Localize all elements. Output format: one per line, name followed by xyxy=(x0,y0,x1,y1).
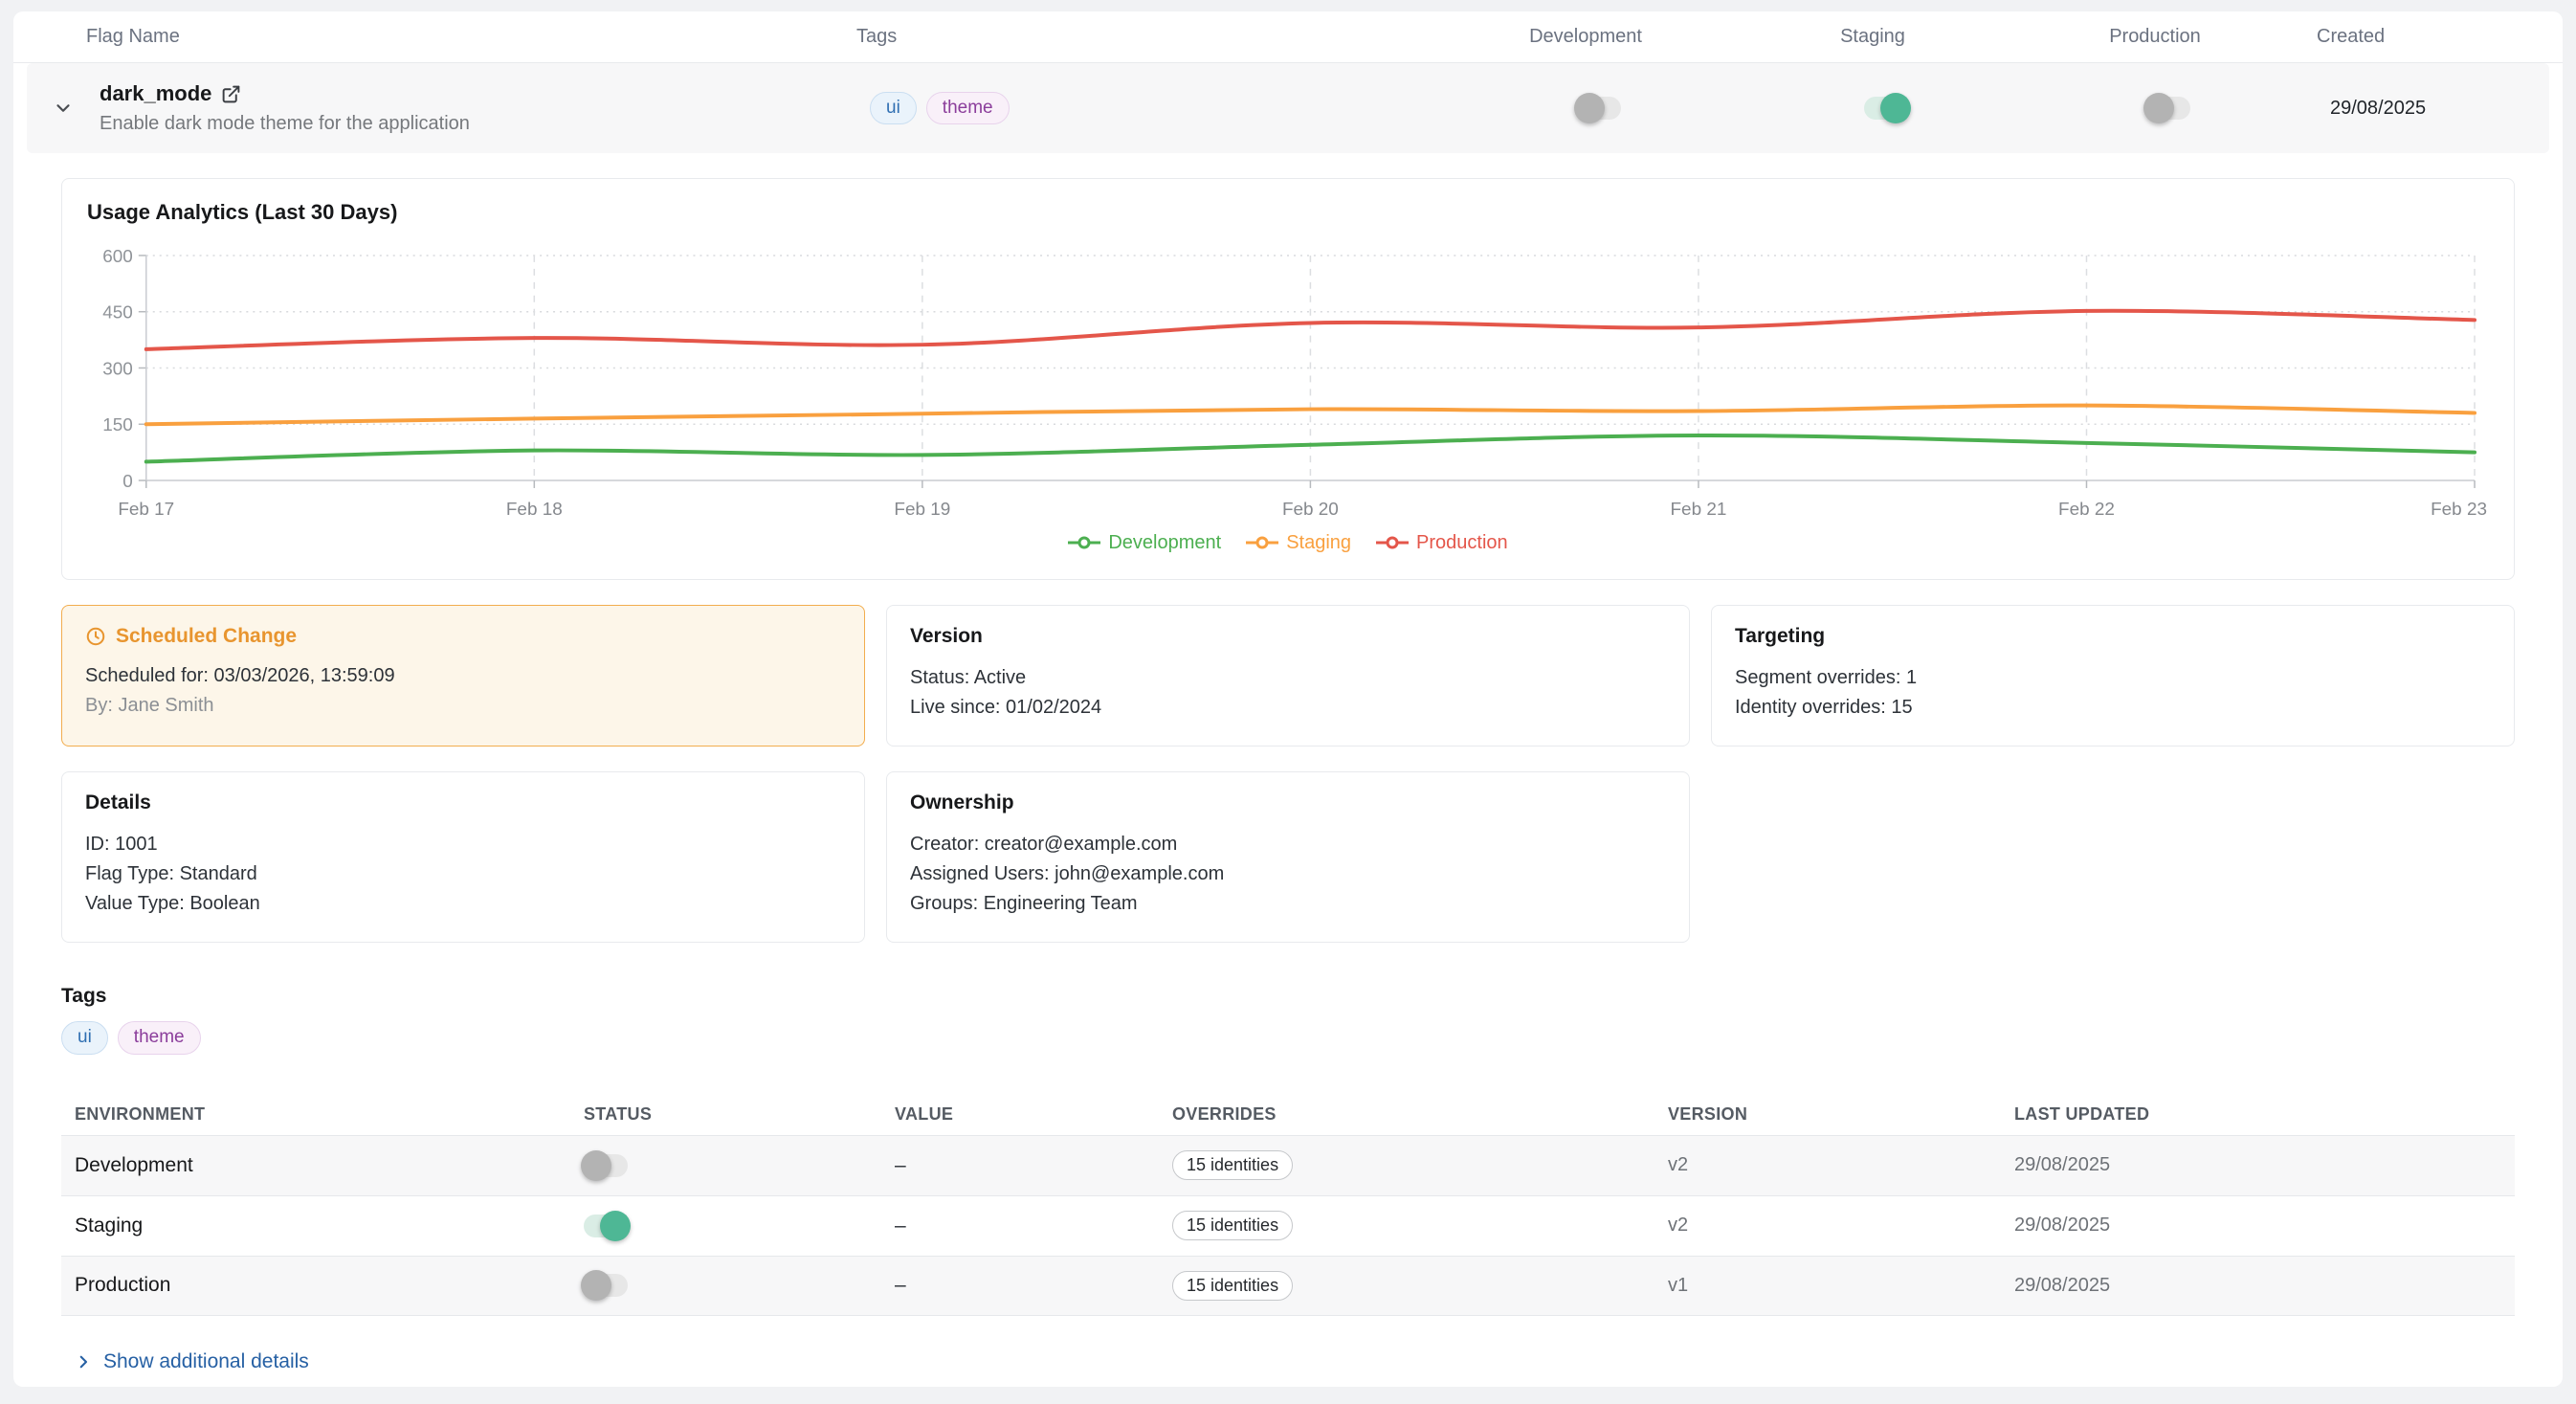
table-row-staging: Staging – 15 identities v2 29/08/2025 xyxy=(61,1195,2515,1256)
svg-text:Feb 22: Feb 22 xyxy=(2058,500,2115,520)
production-toggle[interactable] xyxy=(2146,97,2190,120)
ownership-title: Ownership xyxy=(910,791,1666,814)
show-additional-details-link[interactable]: Show additional details xyxy=(61,1350,2515,1373)
environments-table: ENVIRONMENT STATUS VALUE OVERRIDES VERSI… xyxy=(61,1095,2515,1316)
flag-row: dark_mode Enable dark mode theme for the… xyxy=(27,63,2549,153)
staging-toggle[interactable] xyxy=(1864,97,1908,120)
flag-tags: ui theme xyxy=(870,92,1455,125)
collapse-row-button[interactable] xyxy=(27,98,100,119)
environments-table-header: ENVIRONMENT STATUS VALUE OVERRIDES VERSI… xyxy=(61,1095,2515,1135)
svg-text:Feb 20: Feb 20 xyxy=(1282,500,1339,520)
staging-status-toggle[interactable] xyxy=(584,1215,628,1237)
version-card: Version Status: Active Live since: 01/02… xyxy=(886,605,1690,747)
col-staging: Staging xyxy=(1729,26,2016,48)
details-id: ID: 1001 xyxy=(85,830,841,859)
details-card: Details ID: 1001 Flag Type: Standard Val… xyxy=(61,771,865,943)
svg-text:Feb 23: Feb 23 xyxy=(2431,500,2487,520)
svg-text:Feb 19: Feb 19 xyxy=(894,500,950,520)
flag-table-header: Flag Name Tags Development Staging Produ… xyxy=(13,11,2563,63)
legend-item-production[interactable]: Production xyxy=(1376,532,1508,554)
legend-marker-icon xyxy=(1068,535,1100,550)
ownership-creator: Creator: creator@example.com xyxy=(910,830,1666,859)
flag-detail-section: Usage Analytics (Last 30 Days) 0 150 300 45… xyxy=(13,178,2563,1373)
identities-badge[interactable]: 15 identities xyxy=(1172,1211,1293,1240)
tag-ui[interactable]: ui xyxy=(61,1021,108,1055)
svg-text:Feb 17: Feb 17 xyxy=(118,500,174,520)
svg-text:450: 450 xyxy=(102,303,133,323)
legend-item-development[interactable]: Development xyxy=(1068,532,1221,554)
usage-analytics-card: Usage Analytics (Last 30 Days) 0 150 300 45… xyxy=(61,178,2515,580)
usage-line-chart: 0 150 300 450 600 Feb 17 Feb 18 Feb 19 Feb 20 Feb… xyxy=(87,242,2489,530)
col-flag-name: Flag Name xyxy=(86,26,856,48)
scheduled-for-text: Scheduled for: 03/03/2026, 13:59:09 xyxy=(85,661,841,691)
chevron-down-icon xyxy=(53,98,74,119)
legend-marker-icon xyxy=(1376,535,1409,550)
tag-ui[interactable]: ui xyxy=(870,92,917,125)
targeting-card: Targeting Segment overrides: 1 Identity … xyxy=(1711,605,2515,747)
flag-description: Enable dark mode theme for the applicati… xyxy=(100,113,870,135)
details-title: Details xyxy=(85,791,841,814)
tags-section: Tags ui theme xyxy=(61,985,2515,1055)
segment-overrides: Segment overrides: 1 xyxy=(1735,663,2491,693)
details-flag-type: Flag Type: Standard xyxy=(85,859,841,889)
svg-text:300: 300 xyxy=(102,359,133,379)
feature-flags-panel: Flag Name Tags Development Staging Produ… xyxy=(13,11,2563,1387)
scheduled-change-title: Scheduled Change xyxy=(116,625,297,648)
svg-text:600: 600 xyxy=(102,247,133,267)
identities-badge[interactable]: 15 identities xyxy=(1172,1150,1293,1180)
scheduled-by-text: By: Jane Smith xyxy=(85,691,841,721)
col-tags: Tags xyxy=(856,26,1442,48)
usage-chart: 0 150 300 450 600 Feb 17 Feb 18 Feb 19 Feb 20 Feb… xyxy=(87,242,2489,530)
chevron-right-icon xyxy=(75,1353,92,1371)
development-status-toggle[interactable] xyxy=(584,1154,628,1177)
targeting-title: Targeting xyxy=(1735,625,2491,648)
version-title: Version xyxy=(910,625,1666,648)
svg-text:Feb 18: Feb 18 xyxy=(506,500,563,520)
development-toggle[interactable] xyxy=(1577,97,1621,120)
table-row-production: Production – 15 identities v1 29/08/2025 xyxy=(61,1256,2515,1316)
col-production: Production xyxy=(2016,26,2294,48)
identities-badge[interactable]: 15 identities xyxy=(1172,1271,1293,1301)
col-development: Development xyxy=(1442,26,1729,48)
svg-text:Feb 21: Feb 21 xyxy=(1671,500,1727,520)
ownership-card: Ownership Creator: creator@example.com A… xyxy=(886,771,1690,943)
tags-section-title: Tags xyxy=(61,985,2515,1008)
table-row-development: Development – 15 identities v2 29/08/202… xyxy=(61,1135,2515,1195)
svg-text:150: 150 xyxy=(102,415,133,435)
chart-legend: Development Staging Production xyxy=(87,532,2489,554)
scheduled-change-card: Scheduled Change Scheduled for: 03/03/20… xyxy=(61,605,865,747)
svg-text:0: 0 xyxy=(122,472,133,492)
value-cell: – xyxy=(895,1215,1172,1237)
value-cell: – xyxy=(895,1274,1172,1297)
value-cell: – xyxy=(895,1154,1172,1177)
tag-theme[interactable]: theme xyxy=(926,92,1010,125)
col-created: Created xyxy=(2294,26,2563,48)
version-live-since: Live since: 01/02/2024 xyxy=(910,693,1666,723)
chart-title: Usage Analytics (Last 30 Days) xyxy=(87,200,2489,225)
legend-item-staging[interactable]: Staging xyxy=(1246,532,1351,554)
clock-icon xyxy=(85,626,106,647)
legend-marker-icon xyxy=(1246,535,1278,550)
identity-overrides: Identity overrides: 15 xyxy=(1735,693,2491,723)
external-link-icon[interactable] xyxy=(221,84,241,104)
details-value-type: Value Type: Boolean xyxy=(85,889,841,919)
ownership-groups: Groups: Engineering Team xyxy=(910,889,1666,919)
flag-name: dark_mode xyxy=(100,81,211,106)
version-status: Status: Active xyxy=(910,663,1666,693)
tag-theme[interactable]: theme xyxy=(118,1021,201,1055)
created-date: 29/08/2025 xyxy=(2330,98,2426,119)
production-status-toggle[interactable] xyxy=(584,1274,628,1297)
ownership-assigned-users: Assigned Users: john@example.com xyxy=(910,859,1666,889)
